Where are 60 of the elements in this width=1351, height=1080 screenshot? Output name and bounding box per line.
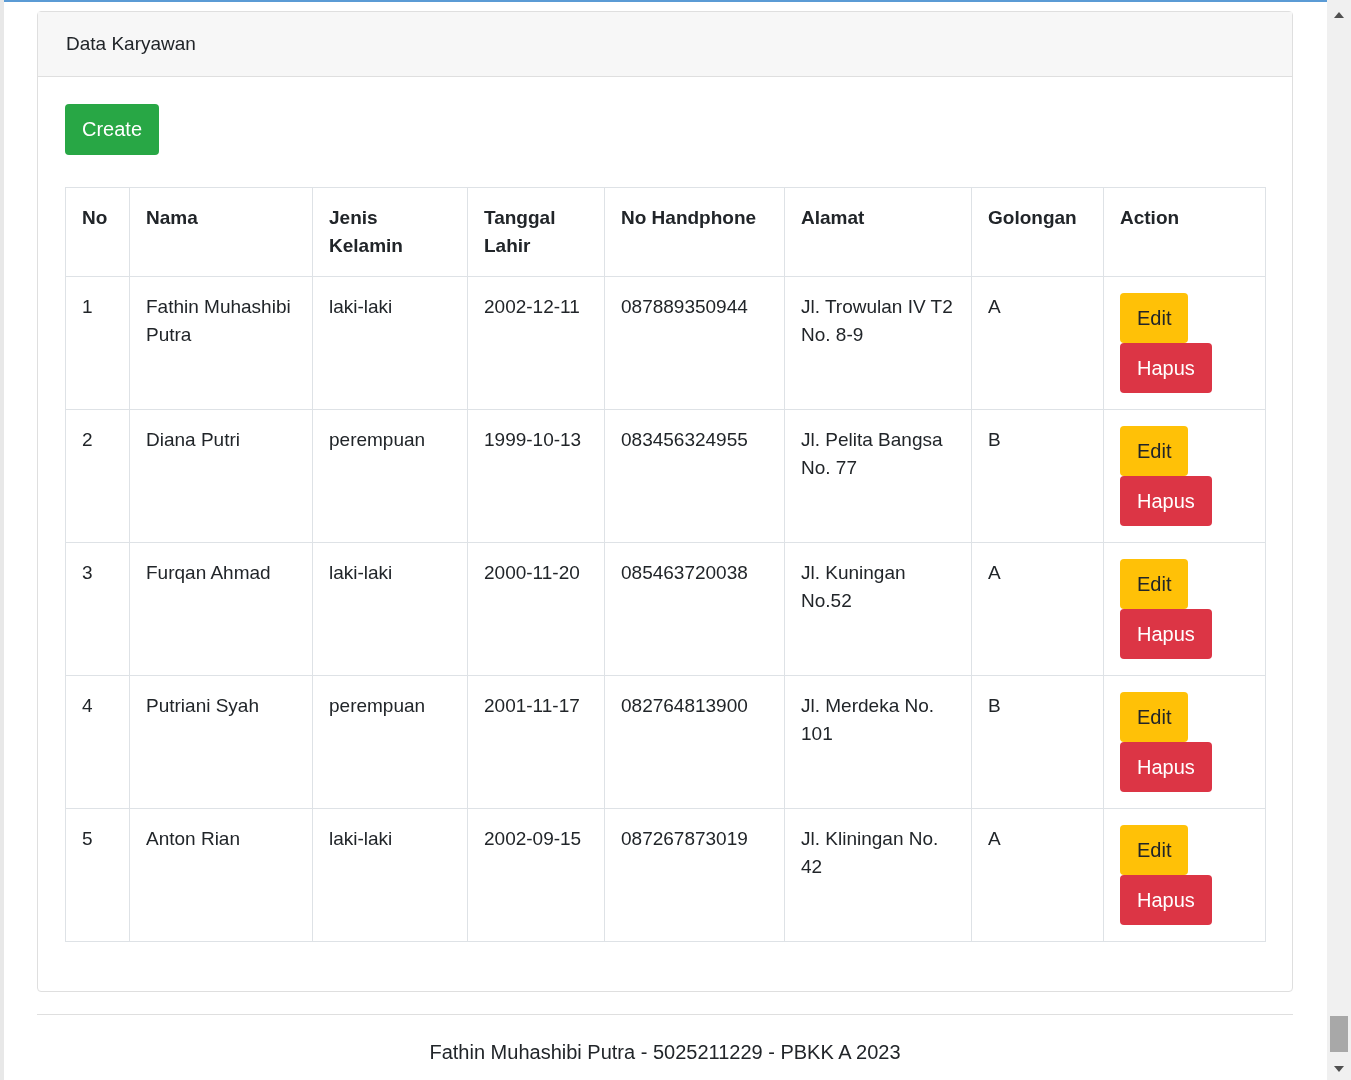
table-cell: laki-laki xyxy=(312,276,468,410)
delete-button[interactable]: Hapus xyxy=(1120,343,1212,393)
scroll-thumb[interactable] xyxy=(1330,1016,1348,1052)
table-cell: 1 xyxy=(65,276,130,410)
table-cell: B xyxy=(971,409,1104,543)
table-cell: 2 xyxy=(65,409,130,543)
table-cell: laki-laki xyxy=(312,808,468,942)
table-cell: perempuan xyxy=(312,675,468,809)
column-header: Jenis Kelamin xyxy=(312,187,468,277)
table-cell: 085463720038 xyxy=(604,542,785,676)
scroll-down-icon[interactable] xyxy=(1334,1066,1344,1072)
table-cell: 2001-11-17 xyxy=(467,675,605,809)
column-header: Golongan xyxy=(971,187,1104,277)
table-cell: 5 xyxy=(65,808,130,942)
scroll-up-icon[interactable] xyxy=(1334,12,1344,18)
column-header: No xyxy=(65,187,130,277)
table-cell: Furqan Ahmad xyxy=(129,542,313,676)
create-button[interactable]: Create xyxy=(65,104,160,155)
table-cell: A xyxy=(971,808,1104,942)
delete-button[interactable]: Hapus xyxy=(1120,875,1212,925)
column-header: No Handphone xyxy=(604,187,785,277)
column-header: Tanggal Lahir xyxy=(467,187,605,277)
table-cell: B xyxy=(971,675,1104,809)
table-cell: 2002-09-15 xyxy=(467,808,605,942)
table-cell: 4 xyxy=(65,675,130,809)
table-cell: 2002-12-11 xyxy=(467,276,605,410)
table-cell: 083456324955 xyxy=(604,409,785,543)
edit-button[interactable]: Edit xyxy=(1120,426,1189,476)
table-cell: Jl. Pelita Bangsa No. 77 xyxy=(784,409,972,543)
delete-button[interactable]: Hapus xyxy=(1120,742,1212,792)
table-cell: A xyxy=(971,276,1104,410)
table-cell: 082764813900 xyxy=(604,675,785,809)
table-cell: 087267873019 xyxy=(604,808,785,942)
edit-button[interactable]: Edit xyxy=(1120,692,1189,742)
table-cell: Jl. Trowulan IV T2 No. 8-9 xyxy=(784,276,972,410)
table-cell: 3 xyxy=(65,542,130,676)
table-cell: Jl. Kuningan No.52 xyxy=(784,542,972,676)
edit-button[interactable]: Edit xyxy=(1120,825,1189,875)
card-title: Data Karyawan xyxy=(66,33,196,55)
table-cell: perempuan xyxy=(312,409,468,543)
table-cell: Jl. Kliningan No. 42 xyxy=(784,808,972,942)
footer-text: Fathin Muhashibi Putra - 5025211229 - PBKK A 2023 xyxy=(429,1041,901,1063)
column-header: Alamat xyxy=(784,187,972,277)
table-cell: Diana Putri xyxy=(129,409,313,543)
table-cell: A xyxy=(971,542,1104,676)
table-cell: 087889350944 xyxy=(604,276,785,410)
table-cell: 1999-10-13 xyxy=(467,409,605,543)
table-cell: laki-laki xyxy=(312,542,468,676)
table-cell: 2000-11-20 xyxy=(467,542,605,676)
edit-button[interactable]: Edit xyxy=(1120,559,1189,609)
edit-button[interactable]: Edit xyxy=(1120,293,1189,343)
column-header: Action xyxy=(1103,187,1266,277)
scrollbar[interactable] xyxy=(1327,0,1351,1080)
table-cell: Anton Rian xyxy=(129,808,313,942)
table-cell: Putriani Syah xyxy=(129,675,313,809)
table-cell: Jl. Merdeka No. 101 xyxy=(784,675,972,809)
table-cell: Fathin Muhashibi Putra xyxy=(129,276,313,410)
column-header: Nama xyxy=(129,187,313,277)
delete-button[interactable]: Hapus xyxy=(1120,609,1212,659)
delete-button[interactable]: Hapus xyxy=(1120,476,1212,526)
